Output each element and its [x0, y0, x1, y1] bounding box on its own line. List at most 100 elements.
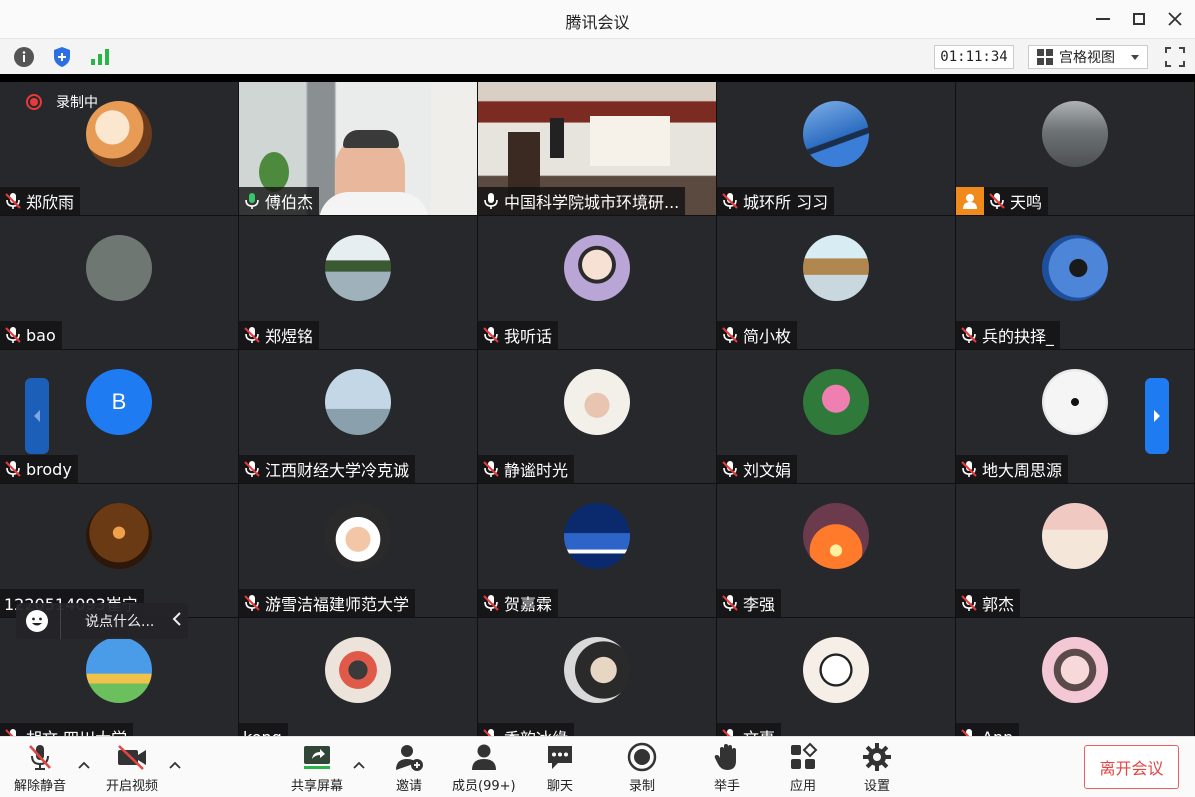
next-page-button[interactable] — [1145, 378, 1169, 454]
apps-label: 应用 — [789, 779, 816, 794]
participant-tile[interactable]: 我听话 — [478, 216, 716, 349]
unmute-button[interactable]: 解除静音 — [14, 741, 66, 794]
chevron-left-icon — [172, 612, 182, 626]
participant-name: 香韵冰缘 — [504, 725, 568, 736]
participant-name: bao — [26, 325, 56, 345]
participant-tile[interactable]: 简小枚 — [717, 216, 955, 349]
info-icon — [14, 47, 34, 67]
participant-name: 文事 — [743, 725, 775, 736]
participant-tile[interactable]: bao — [0, 216, 238, 349]
participant-name-tag: 郭杰 — [956, 589, 1021, 617]
participant-name: Ann — [982, 728, 1013, 737]
shield-icon — [54, 47, 70, 67]
leave-meeting-button[interactable]: 离开会议 — [1084, 745, 1179, 789]
participant-tile[interactable]: 兵的抉择_ — [956, 216, 1194, 349]
share-screen-icon — [304, 746, 330, 769]
quick-chat-bar[interactable]: 说点什么... — [16, 603, 188, 639]
record-icon — [627, 742, 657, 772]
participant-tile[interactable]: 香韵冰缘 — [478, 618, 716, 736]
network-status-button[interactable] — [88, 46, 112, 68]
participant-name: 我听话 — [504, 327, 553, 346]
raise-hand-button[interactable]: 举手 — [710, 741, 744, 794]
participant-name: 郑煜铭 — [265, 327, 314, 346]
mic-muted-icon — [483, 327, 499, 343]
recording-label: 录制中 — [56, 95, 98, 111]
avatar: B — [86, 369, 152, 435]
participant-tile[interactable]: 刘文娟 — [717, 350, 955, 483]
signal-icon — [91, 49, 109, 65]
participant-name-tag: Ann — [956, 723, 1020, 737]
recording-indicator: 录制中 — [26, 92, 98, 112]
participant-tile[interactable]: 贺嘉霖 — [478, 484, 716, 617]
start-video-button[interactable]: 开启视频 — [106, 741, 158, 794]
maximize-button[interactable] — [1126, 7, 1152, 31]
avatar — [86, 637, 152, 703]
participant-name-tag: 江西财经大学冷克诚 — [239, 455, 416, 483]
record-button[interactable]: 录制 — [625, 741, 659, 794]
participant-tile[interactable]: 中国科学院城市环境研... — [478, 82, 716, 215]
participant-name-tag: 刘文娟 — [717, 455, 798, 483]
invite-label: 邀请 — [395, 779, 422, 794]
avatar — [564, 503, 630, 569]
participant-tile[interactable]: 城环所 习习 — [717, 82, 955, 215]
title-bar: 腾讯会议 — [0, 0, 1195, 38]
participant-name: 刘文娟 — [743, 461, 792, 480]
participant-tile[interactable]: 文事 — [717, 618, 955, 736]
members-button[interactable]: 成员(99+) — [452, 741, 516, 794]
participant-tile[interactable]: 1220514093崔宁 — [0, 484, 238, 617]
participant-name-tag: 郑欣雨 — [0, 187, 81, 215]
audio-options-caret[interactable] — [77, 759, 91, 773]
view-mode-dropdown[interactable]: 宫格视图 — [1028, 45, 1148, 69]
participant-name: 胡文 四川大学 — [26, 725, 127, 736]
participant-name: 地大周思源 — [982, 461, 1063, 480]
participant-tile[interactable]: Ann — [956, 618, 1194, 736]
chat-icon — [548, 746, 572, 769]
chat-label: 聊天 — [546, 779, 573, 794]
participant-name: brody — [26, 459, 72, 479]
settings-button[interactable]: 设置 — [860, 741, 894, 794]
video-options-caret[interactable] — [168, 759, 182, 773]
invite-button[interactable]: 邀请 — [392, 741, 426, 794]
avatar — [325, 235, 391, 301]
participant-name-tag: 地大周思源 — [956, 455, 1069, 483]
chat-input-placeholder[interactable]: 说点什么... — [85, 611, 154, 631]
collapse-chat-button[interactable] — [172, 612, 182, 630]
minimize-button[interactable] — [1090, 7, 1116, 31]
security-button[interactable] — [50, 46, 74, 68]
mic-muted-icon — [722, 729, 737, 736]
mic-muted-icon — [961, 729, 976, 736]
close-button[interactable] — [1162, 7, 1188, 31]
participant-tile[interactable]: 郑煜铭 — [239, 216, 477, 349]
avatar — [803, 637, 869, 703]
participant-tile[interactable]: kong — [239, 618, 477, 736]
record-dot-icon — [26, 94, 42, 110]
grid-icon — [1037, 49, 1053, 65]
participant-tile[interactable]: 傅伯杰 — [239, 82, 477, 215]
participant-tile[interactable]: 游雪洁福建师范大学 — [239, 484, 477, 617]
mic-muted-icon — [244, 327, 260, 343]
invite-icon — [396, 745, 423, 771]
participant-tile[interactable]: 静谧时光 — [478, 350, 716, 483]
fullscreen-button[interactable] — [1163, 45, 1187, 69]
emoji-icon[interactable] — [26, 610, 48, 632]
participant-tile[interactable]: 李强 — [717, 484, 955, 617]
apps-button[interactable]: 应用 — [786, 741, 820, 794]
settings-icon — [863, 743, 891, 771]
avatar — [86, 235, 152, 301]
participant-tile[interactable]: 天鸣 — [956, 82, 1194, 215]
participant-name: 简小枚 — [743, 327, 792, 346]
chat-button[interactable]: 聊天 — [543, 741, 577, 794]
participant-name-tag: 傅伯杰 — [239, 187, 320, 215]
participant-tile[interactable]: 郭杰 — [956, 484, 1194, 617]
participant-name-tag: 兵的抉择_ — [956, 321, 1061, 349]
minimize-icon — [1096, 18, 1110, 20]
participant-tile[interactable]: 江西财经大学冷克诚 — [239, 350, 477, 483]
share-screen-button[interactable]: 共享屏幕 — [291, 741, 343, 794]
share-options-caret[interactable] — [352, 759, 366, 773]
participant-name-tag: 郑煜铭 — [239, 321, 320, 349]
previous-page-button[interactable] — [25, 378, 49, 454]
meeting-info-button[interactable] — [12, 46, 36, 68]
mic-muted-icon — [961, 461, 977, 477]
participant-name: 贺嘉霖 — [504, 595, 553, 614]
avatar — [325, 503, 391, 569]
